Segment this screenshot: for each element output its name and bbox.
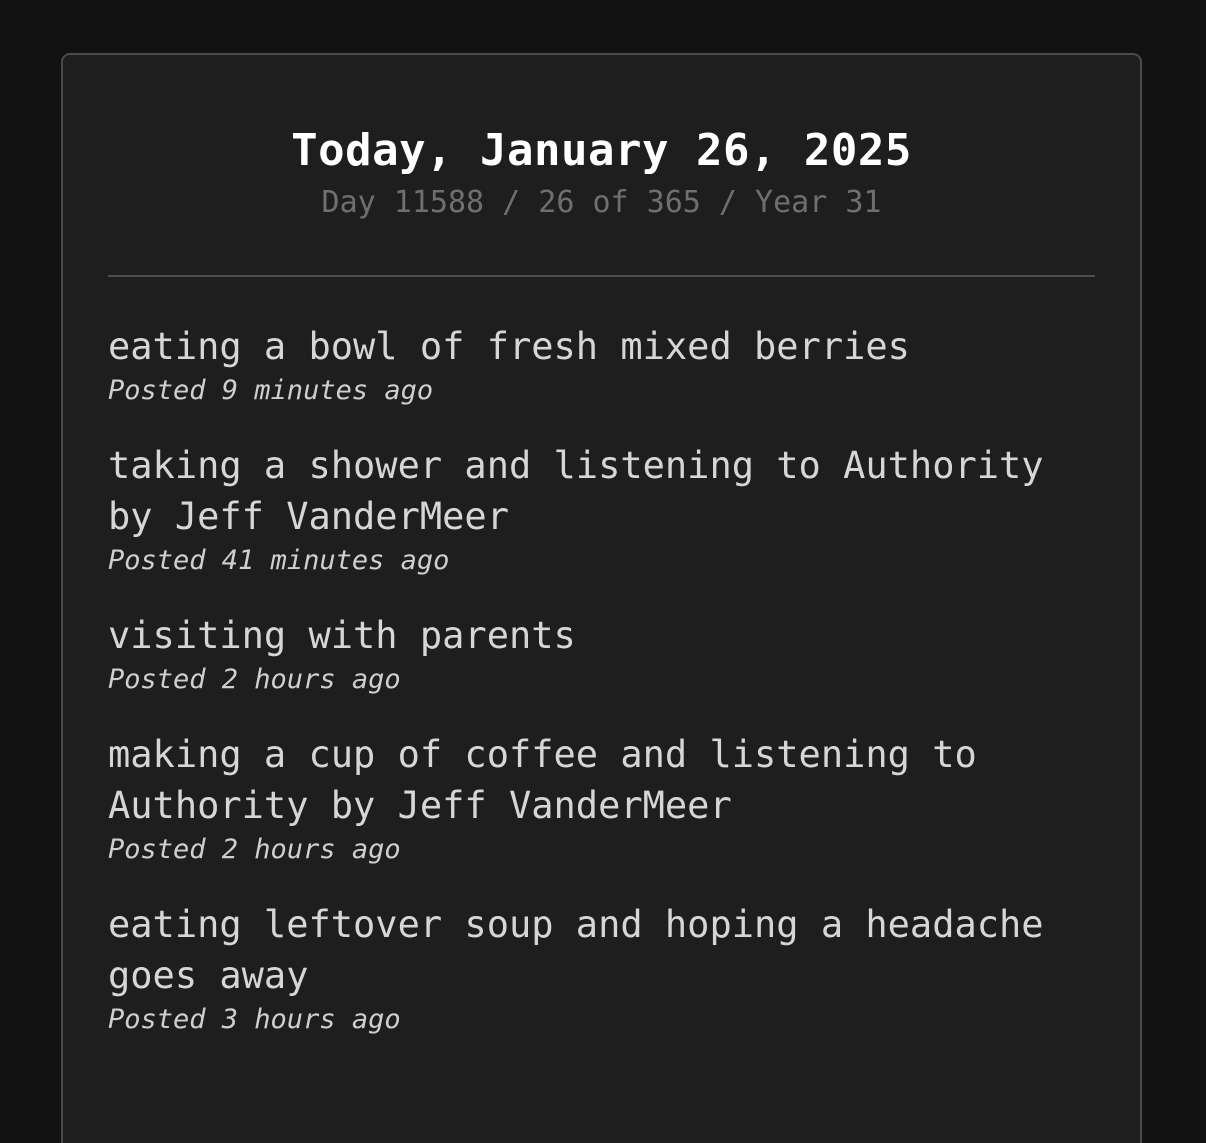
status-text: making a cup of coffee and listening to …	[108, 733, 977, 827]
status-text: visiting with parents	[108, 614, 576, 657]
page-title: Today, January 26, 2025	[291, 125, 912, 176]
posted-time: Posted 2 hours ago	[108, 834, 401, 865]
status-text: taking a shower and listening to Authori…	[108, 444, 1044, 538]
status-feed: eating a bowl of fresh mixed berries Pos…	[108, 321, 1095, 1037]
posted-time: Posted 41 minutes ago	[108, 545, 450, 576]
status-entry: eating leftover soup and hoping a headac…	[108, 899, 1095, 1037]
status-entry: eating a bowl of fresh mixed berries Pos…	[108, 321, 1095, 408]
status-text: eating leftover soup and hoping a headac…	[108, 903, 1044, 997]
posted-time: Posted 9 minutes ago	[108, 375, 434, 406]
card-header: Today, January 26, 2025 Day 11588 / 26 o…	[108, 55, 1095, 223]
divider	[108, 275, 1095, 277]
day-counter: Day 11588 / 26 of 365 / Year 31	[321, 185, 882, 220]
status-text: eating a bowl of fresh mixed berries	[108, 325, 910, 368]
status-card: Today, January 26, 2025 Day 11588 / 26 o…	[61, 53, 1142, 1143]
posted-time: Posted 3 hours ago	[108, 1004, 401, 1035]
status-entry: visiting with parents Posted 2 hours ago	[108, 610, 1095, 697]
status-entry: taking a shower and listening to Authori…	[108, 440, 1095, 578]
posted-time: Posted 2 hours ago	[108, 664, 401, 695]
status-entry: making a cup of coffee and listening to …	[108, 729, 1095, 867]
